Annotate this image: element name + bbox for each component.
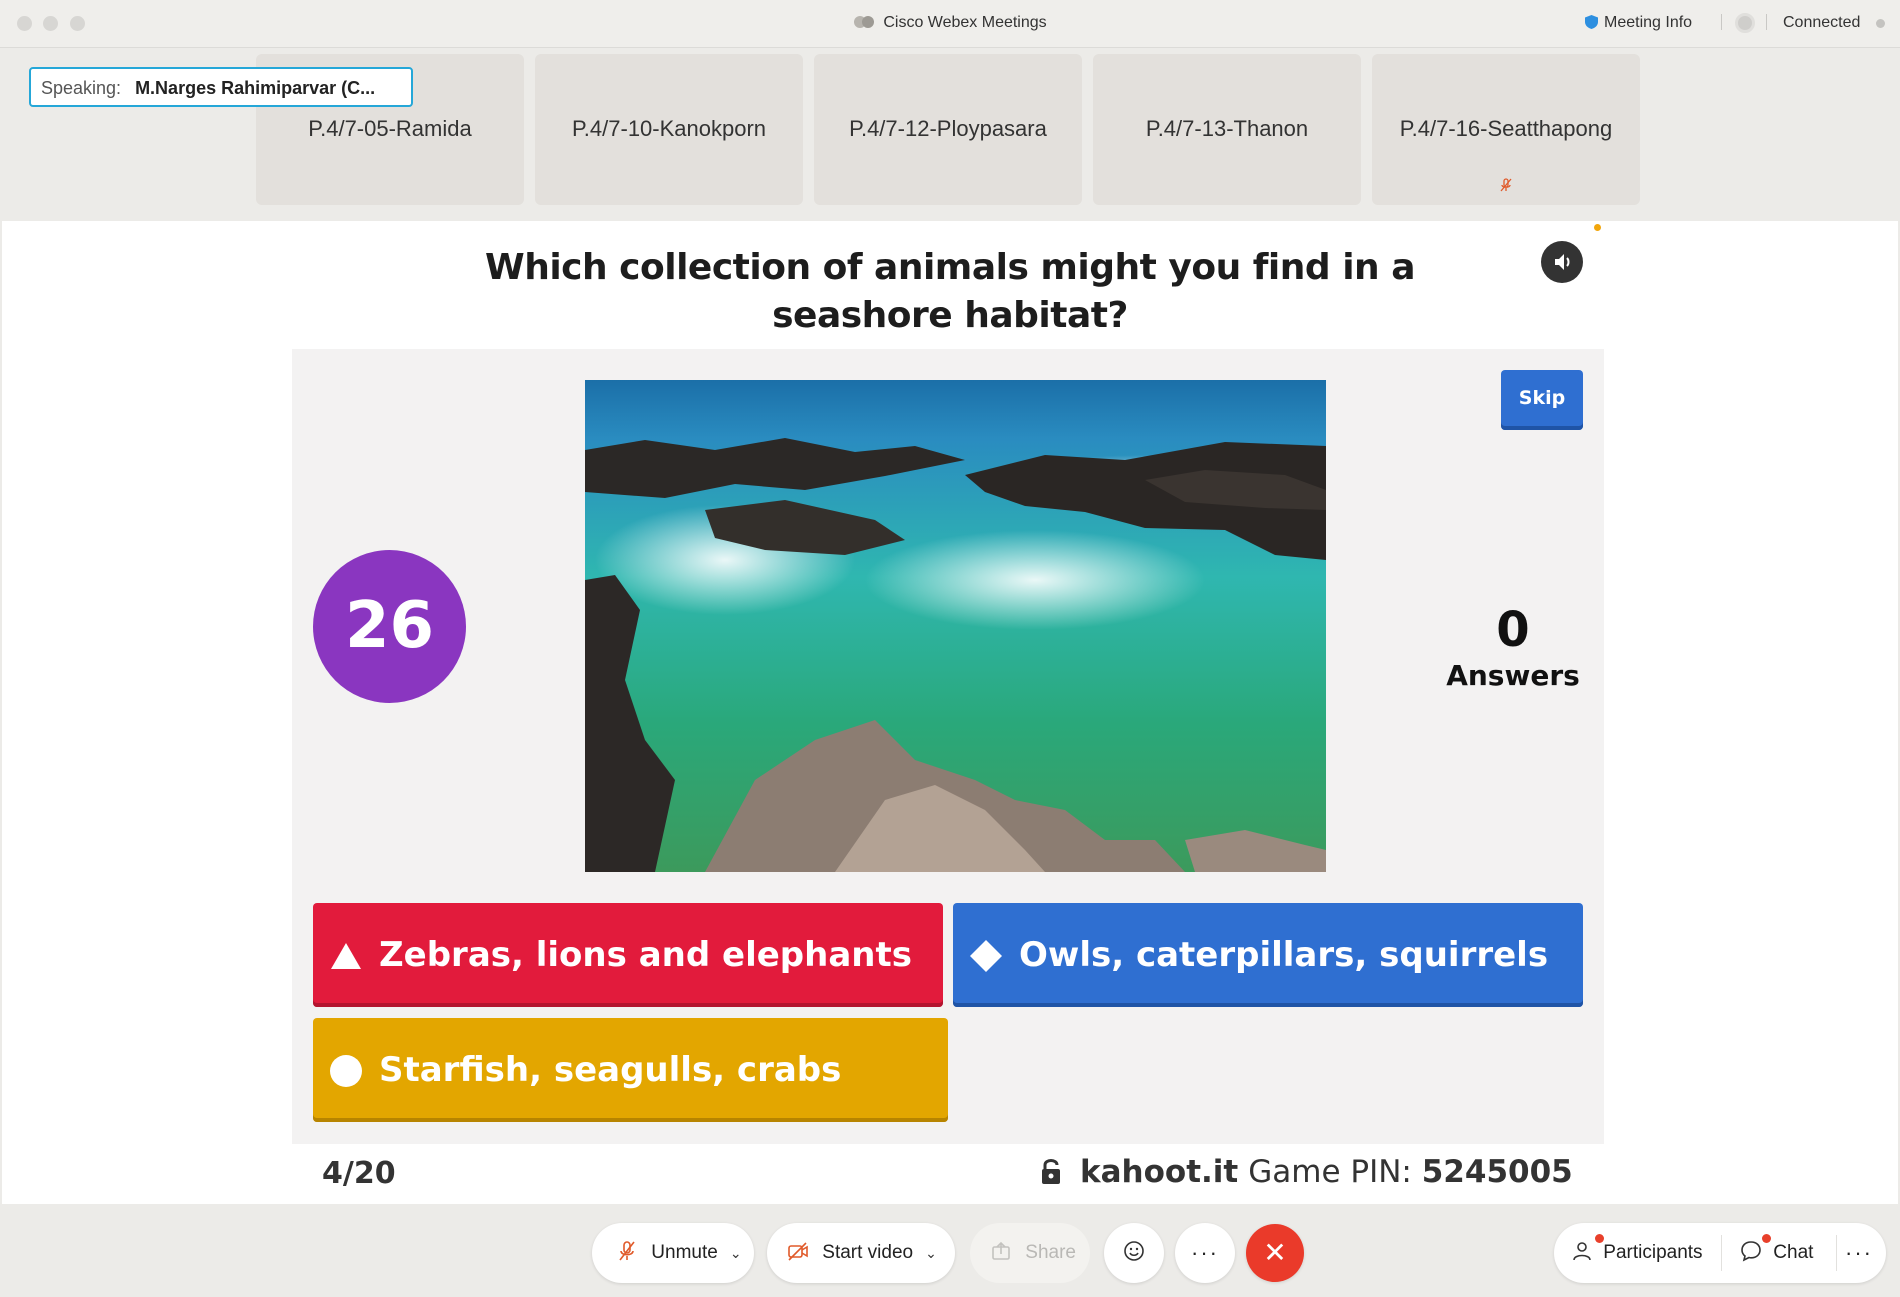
active-speaker-label: Speaking: M.Narges Rahimiparvar (C... xyxy=(29,67,413,107)
divider xyxy=(1721,14,1722,30)
share-button[interactable]: Share xyxy=(970,1223,1090,1283)
participant-tile[interactable]: P.4/7-12-Ploypasara xyxy=(814,54,1082,205)
speaking-label: Speaking: xyxy=(41,78,122,98)
participant-name: P.4/7-13-Thanon xyxy=(1145,116,1309,141)
answer-text: Zebras, lions and elephants xyxy=(379,935,912,975)
notification-badge xyxy=(1762,1234,1771,1243)
reactions-button[interactable] xyxy=(1104,1223,1164,1283)
chat-button[interactable]: Chat xyxy=(1740,1223,1813,1283)
participant-name: P.4/7-05-Ramida xyxy=(308,116,472,141)
quiz-question: Which collection of animals might you fi… xyxy=(484,247,1416,336)
game-pin-label: Game PIN: xyxy=(1248,1154,1412,1190)
meeting-info-label: Meeting Info xyxy=(1604,14,1693,31)
webex-logo-icon xyxy=(854,16,875,28)
answers-label: Answers xyxy=(1446,659,1580,692)
answers-count: 0 xyxy=(1496,602,1530,658)
circle-icon xyxy=(330,1055,362,1087)
answer-text: Starfish, seagulls, crabs xyxy=(379,1050,842,1090)
participant-tile[interactable]: P.4/7-13-Thanon xyxy=(1093,54,1361,205)
lock-icon xyxy=(1042,1159,1060,1184)
share-icon xyxy=(992,1241,1010,1260)
shield-icon xyxy=(1585,15,1598,29)
participant-name: P.4/7-10-Kanokporn xyxy=(571,116,767,141)
recording-indicator-icon[interactable] xyxy=(1735,13,1755,33)
unmute-label: Unmute xyxy=(651,1242,718,1263)
sound-toggle-button[interactable] xyxy=(1541,241,1583,283)
mic-muted-icon xyxy=(619,1241,635,1261)
chevron-down-icon[interactable]: ⌄ xyxy=(730,1223,742,1283)
start-video-button[interactable]: Start video ⌄ xyxy=(767,1223,955,1283)
participants-button[interactable]: Participants xyxy=(1572,1223,1703,1283)
seashore-photo xyxy=(585,380,1326,872)
speaker-name: M.Narges Rahimiparvar (C... xyxy=(135,78,376,98)
countdown-timer: 26 xyxy=(313,550,466,703)
kahoot-site: kahoot.it xyxy=(1080,1154,1239,1190)
participants-label: Participants xyxy=(1603,1242,1703,1263)
app-title-text: Cisco Webex Meetings xyxy=(883,14,1047,31)
triangle-icon xyxy=(331,943,361,969)
answer-text: Owls, caterpillars, squirrels xyxy=(1019,935,1549,975)
participant-name: P.4/7-12-Ploypasara xyxy=(849,116,1047,141)
diamond-icon xyxy=(970,940,1002,972)
question-progress: 4/20 xyxy=(322,1156,396,1191)
game-pin-value: 5245005 xyxy=(1421,1154,1573,1190)
video-off-icon xyxy=(788,1242,808,1261)
leave-meeting-button[interactable]: ✕ xyxy=(1246,1224,1304,1282)
question-image xyxy=(585,380,1326,872)
divider xyxy=(1721,1235,1722,1271)
speaker-icon xyxy=(1555,254,1570,270)
participant-tile[interactable]: P.4/7-16-Seatthapong xyxy=(1372,54,1640,205)
more-options-button[interactable]: ··· xyxy=(1175,1223,1235,1283)
connection-dot-icon xyxy=(1876,19,1885,28)
panel-controls: Participants Chat ··· xyxy=(1554,1223,1886,1283)
divider xyxy=(1766,14,1767,30)
share-label: Share xyxy=(1025,1242,1076,1263)
answers-counter: 0 Answers xyxy=(1430,602,1596,694)
connection-status: Connected xyxy=(1783,14,1861,31)
person-icon xyxy=(1573,1242,1591,1261)
answer-option-diamond[interactable]: Owls, caterpillars, squirrels xyxy=(953,903,1583,1007)
participant-tile[interactable]: P.4/7-10-Kanokporn xyxy=(535,54,803,205)
notification-badge xyxy=(1595,1234,1604,1243)
divider xyxy=(1836,1235,1837,1271)
answer-option-triangle[interactable]: Zebras, lions and elephants xyxy=(313,903,943,1007)
close-icon: ✕ xyxy=(1263,1237,1287,1268)
chat-label: Chat xyxy=(1773,1242,1814,1263)
game-pin-info: kahoot.it Game PIN: 5245005 xyxy=(1040,1154,1573,1190)
start-video-label: Start video xyxy=(822,1242,914,1263)
title-bar: Cisco Webex Meetings Meeting Info Connec… xyxy=(0,0,1900,48)
skip-button[interactable]: Skip xyxy=(1501,370,1583,430)
meeting-info-button[interactable]: Meeting Info xyxy=(1585,14,1692,32)
more-panels-button[interactable]: ··· xyxy=(1845,1223,1873,1283)
answer-option-circle[interactable]: Starfish, seagulls, crabs xyxy=(313,1018,948,1122)
chat-bubble-icon xyxy=(1741,1241,1761,1262)
participant-name: P.4/7-16-Seatthapong xyxy=(1399,116,1613,141)
mic-muted-icon xyxy=(1372,178,1640,195)
status-dot xyxy=(1594,224,1601,231)
smiley-icon xyxy=(1124,1241,1144,1261)
chevron-down-icon[interactable]: ⌄ xyxy=(925,1223,937,1283)
unmute-button[interactable]: Unmute ⌄ xyxy=(592,1223,754,1283)
